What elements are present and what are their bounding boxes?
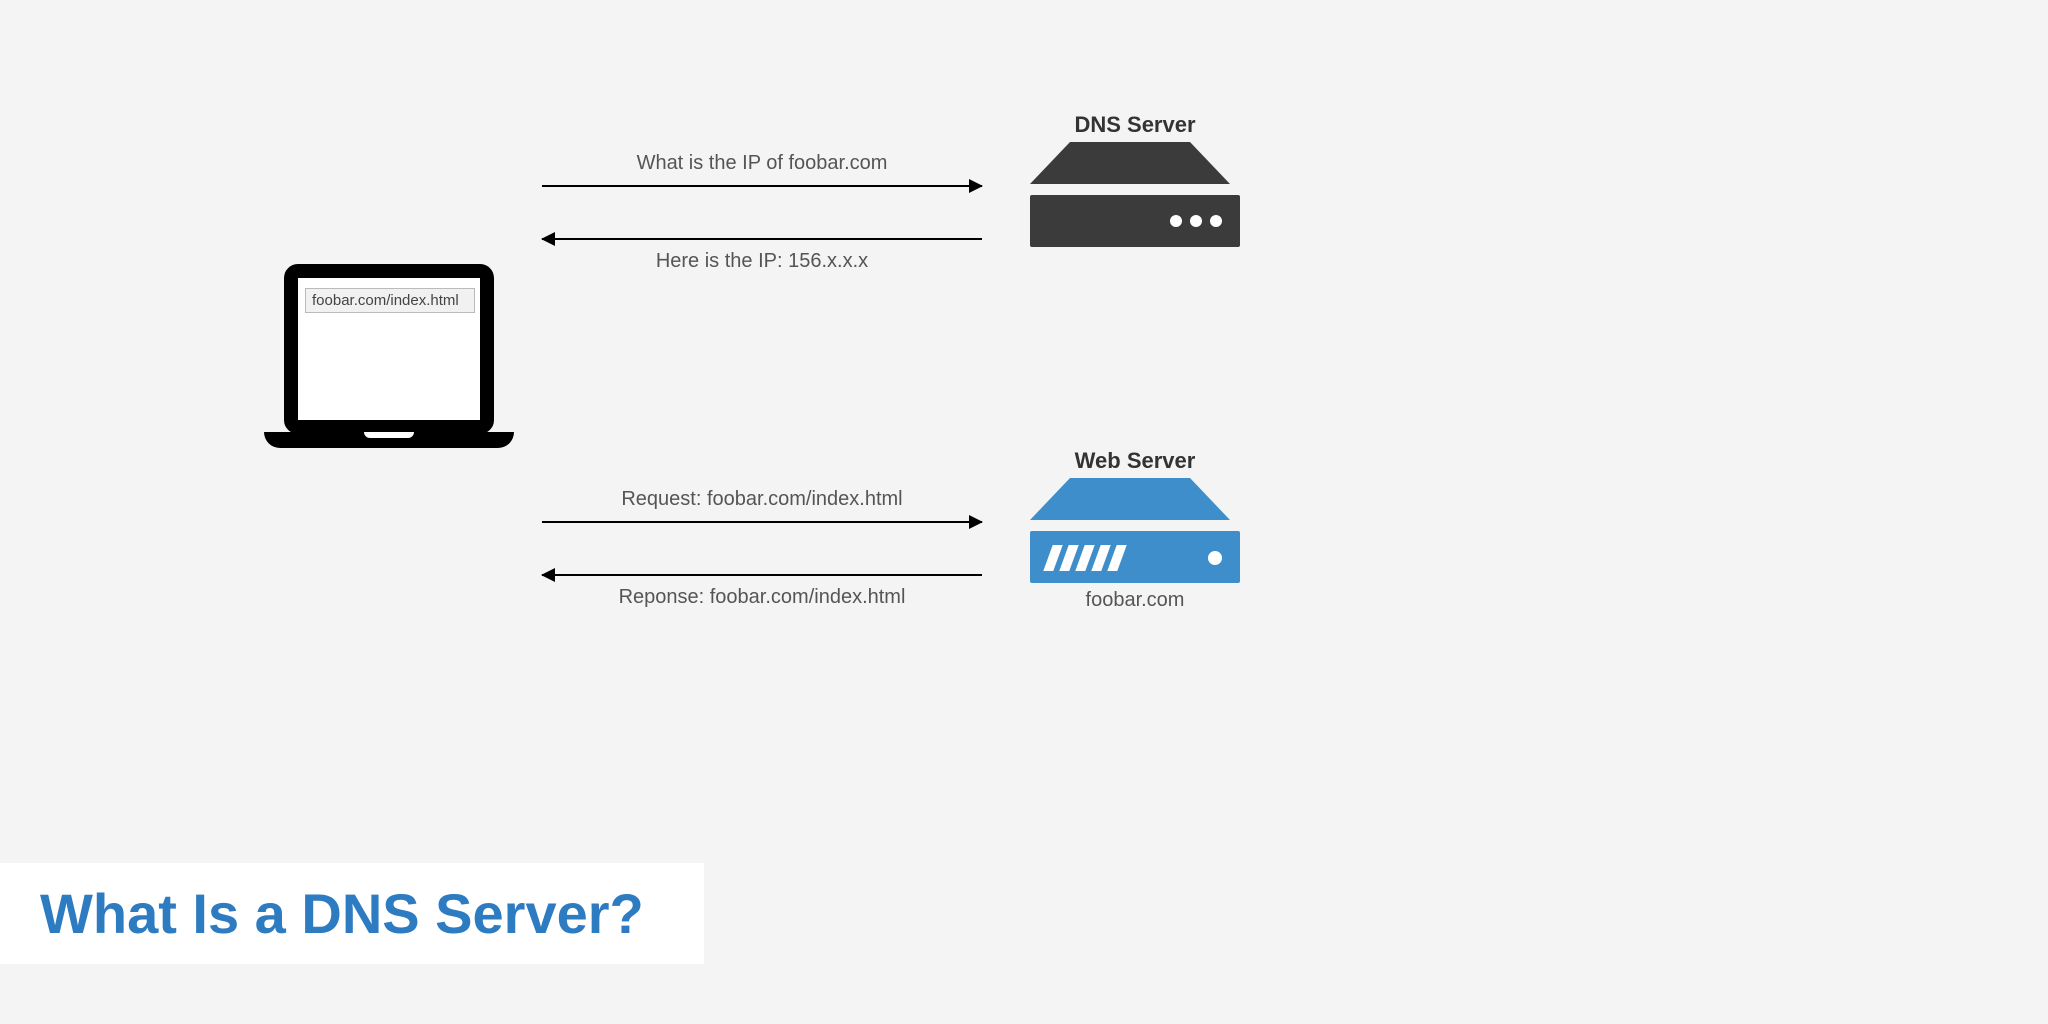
led-dot-icon [1190, 215, 1202, 227]
arrow-label: Here is the IP: 156.x.x.x [542, 250, 982, 273]
arrow-to-web: Request: foobar.com/index.html [542, 488, 982, 529]
page-title: What Is a DNS Server? [40, 881, 644, 946]
web-server-label: Web Server [1030, 448, 1240, 474]
arrow-from-dns: Here is the IP: 156.x.x.x [542, 232, 982, 273]
dns-server-body-icon [1030, 195, 1240, 247]
led-dot-icon [1208, 551, 1222, 565]
dns-server-top-icon [1030, 142, 1230, 184]
arrow-left-icon [542, 232, 982, 246]
laptop-icon: foobar.com/index.html [264, 264, 514, 484]
web-server-top-icon [1030, 478, 1230, 520]
web-server-body-icon [1030, 531, 1240, 583]
laptop-screen: foobar.com/index.html [284, 264, 494, 434]
arrow-right-icon [542, 179, 982, 193]
diagram-stage: foobar.com/index.html DNS Server Web Ser… [0, 0, 2048, 1024]
arrow-label: Request: foobar.com/index.html [542, 488, 982, 511]
arrow-from-web: Reponse: foobar.com/index.html [542, 568, 982, 609]
laptop-notch [364, 432, 414, 438]
arrow-label: Reponse: foobar.com/index.html [542, 586, 982, 609]
web-server: Web Server foobar.com [1030, 448, 1240, 612]
web-server-caption: foobar.com [1030, 589, 1240, 612]
arrow-right-icon [542, 515, 982, 529]
arrow-left-icon [542, 568, 982, 582]
browser-address-bar: foobar.com/index.html [305, 288, 475, 313]
arrow-label: What is the IP of foobar.com [542, 152, 982, 175]
dns-server: DNS Server [1030, 112, 1240, 247]
title-banner: What Is a DNS Server? [0, 863, 704, 964]
dns-server-label: DNS Server [1030, 112, 1240, 138]
vent-slash-icon [1107, 545, 1126, 571]
led-dot-icon [1210, 215, 1222, 227]
led-dot-icon [1170, 215, 1182, 227]
arrow-to-dns: What is the IP of foobar.com [542, 152, 982, 193]
